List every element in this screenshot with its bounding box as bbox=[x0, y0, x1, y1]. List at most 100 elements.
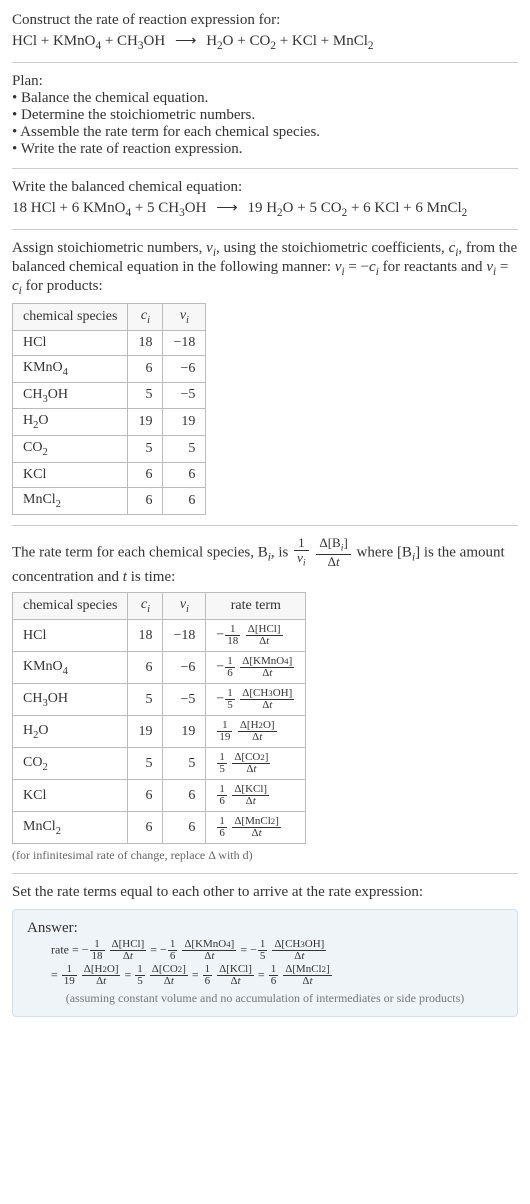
stoich-text-5: for products: bbox=[22, 278, 103, 294]
cell-c: 6 bbox=[128, 462, 163, 487]
cell-v: −5 bbox=[163, 684, 206, 716]
balanced-equation: 18 HCl + 6 KMnO4 + 5 CH3OH ⟶ 19 H2O + 5 … bbox=[12, 198, 518, 219]
reactant-1: HCl + KMnO bbox=[12, 33, 95, 49]
cell-v: −5 bbox=[163, 382, 206, 409]
cell-c: 6 bbox=[128, 812, 163, 844]
cell-species: KMnO4 bbox=[13, 652, 128, 684]
cell-v: 19 bbox=[163, 716, 206, 748]
rateterm-note: (for infinitesimal rate of change, repla… bbox=[12, 848, 518, 863]
cell-rate: 119 Δ[H2O]Δt bbox=[206, 716, 306, 748]
arrow-icon: ⟶ bbox=[216, 198, 238, 217]
table-header-row: chemical species ci νi rate term bbox=[13, 593, 306, 620]
bal-right-3: + 6 KCl + 6 MnCl bbox=[347, 200, 461, 216]
reactant-3: OH bbox=[144, 33, 166, 49]
col-ci: ci bbox=[128, 593, 163, 620]
cell-species: KCl bbox=[13, 780, 128, 812]
cell-c: 18 bbox=[128, 620, 163, 652]
product-3: + KCl + MnCl bbox=[276, 33, 368, 49]
question-equation: HCl + KMnO4 + CH3OH ⟶ H2O + CO2 + KCl + … bbox=[12, 31, 518, 52]
rt-text-2: , is bbox=[271, 544, 292, 560]
plan-bullet-3: • Assemble the rate term for each chemic… bbox=[12, 124, 518, 141]
cell-c: 6 bbox=[128, 487, 163, 514]
table-row: KCl66 bbox=[13, 462, 206, 487]
col-vi: νi bbox=[163, 593, 206, 620]
arrow-icon: ⟶ bbox=[175, 31, 197, 50]
final-title: Set the rate terms equal to each other t… bbox=[12, 884, 518, 901]
cell-v: 6 bbox=[163, 487, 206, 514]
bal-left-3: OH bbox=[185, 200, 207, 216]
plan-bullet-2: • Determine the stoichiometric numbers. bbox=[12, 107, 518, 124]
cell-v: 5 bbox=[163, 436, 206, 463]
col-species: chemical species bbox=[13, 593, 128, 620]
cell-c: 6 bbox=[128, 652, 163, 684]
cell-species: HCl bbox=[13, 330, 128, 355]
cell-species: CH3OH bbox=[13, 684, 128, 716]
bal-right-2: O + 5 CO bbox=[283, 200, 342, 216]
rt-text-1: The rate term for each chemical species,… bbox=[12, 544, 268, 560]
cell-rate: 16 Δ[MnCl2]Δt bbox=[206, 812, 306, 844]
rate-prefix: rate = bbox=[51, 942, 82, 956]
table-header-row: chemical species ci νi bbox=[13, 304, 206, 331]
rt-text-3: where [B bbox=[357, 544, 412, 560]
table-row: CH3OH5−5 bbox=[13, 382, 206, 409]
cell-species: CH3OH bbox=[13, 382, 128, 409]
table-row: HCl18−18−118 Δ[HCl]Δt bbox=[13, 620, 306, 652]
cell-v: 5 bbox=[163, 748, 206, 780]
product-1: H bbox=[206, 33, 217, 49]
cell-rate: −15 Δ[CH3OH]Δt bbox=[206, 684, 306, 716]
col-ci: ci bbox=[128, 304, 163, 331]
cell-c: 18 bbox=[128, 330, 163, 355]
cell-species: MnCl2 bbox=[13, 487, 128, 514]
cell-v: 6 bbox=[163, 812, 206, 844]
cell-v: −18 bbox=[163, 620, 206, 652]
bal-right-1: 19 H bbox=[247, 200, 277, 216]
answer-note: (assuming constant volume and no accumul… bbox=[27, 991, 503, 1006]
cell-v: −6 bbox=[163, 355, 206, 382]
stoich-text-1: Assign stoichiometric numbers, bbox=[12, 240, 206, 256]
balanced-title: Write the balanced chemical equation: bbox=[12, 179, 518, 196]
plan-bullet-1: • Balance the chemical equation. bbox=[12, 90, 518, 107]
divider bbox=[12, 873, 518, 874]
bal-left-2: + 5 CH bbox=[131, 200, 179, 216]
cell-v: −18 bbox=[163, 330, 206, 355]
plan-bullet-4: • Write the rate of reaction expression. bbox=[12, 141, 518, 158]
table-row: H2O1919119 Δ[H2O]Δt bbox=[13, 716, 306, 748]
cell-c: 6 bbox=[128, 355, 163, 382]
table-row: KCl6616 Δ[KCl]Δt bbox=[13, 780, 306, 812]
cell-rate: 16 Δ[KCl]Δt bbox=[206, 780, 306, 812]
rateterm-intro: The rate term for each chemical species,… bbox=[12, 536, 518, 587]
rateterm-table: chemical species ci νi rate term HCl18−1… bbox=[12, 592, 306, 844]
bal-left-1: 18 HCl + 6 KMnO bbox=[12, 200, 125, 216]
plan-title: Plan: bbox=[12, 73, 518, 90]
cell-rate: −118 Δ[HCl]Δt bbox=[206, 620, 306, 652]
col-species: chemical species bbox=[13, 304, 128, 331]
cell-rate: −16 Δ[KMnO4]Δt bbox=[206, 652, 306, 684]
cell-v: 6 bbox=[163, 462, 206, 487]
col-vi: νi bbox=[163, 304, 206, 331]
table-row: H2O1919 bbox=[13, 409, 206, 436]
table-row: CO255 bbox=[13, 436, 206, 463]
cell-v: 19 bbox=[163, 409, 206, 436]
answer-label: Answer: bbox=[27, 920, 503, 937]
cell-species: KCl bbox=[13, 462, 128, 487]
stoich-text-4: for reactants and bbox=[379, 259, 486, 275]
table-row: KMnO46−6 bbox=[13, 355, 206, 382]
stoich-intro: Assign stoichiometric numbers, νi, using… bbox=[12, 240, 518, 297]
cell-species: HCl bbox=[13, 620, 128, 652]
divider bbox=[12, 62, 518, 63]
question-title: Construct the rate of reaction expressio… bbox=[12, 12, 518, 29]
divider bbox=[12, 168, 518, 169]
cell-rate: 15 Δ[CO2]Δt bbox=[206, 748, 306, 780]
table-row: CO25515 Δ[CO2]Δt bbox=[13, 748, 306, 780]
table-row: MnCl26616 Δ[MnCl2]Δt bbox=[13, 812, 306, 844]
table-row: CH3OH5−5−15 Δ[CH3OH]Δt bbox=[13, 684, 306, 716]
cell-species: CO2 bbox=[13, 748, 128, 780]
cell-species: MnCl2 bbox=[13, 812, 128, 844]
divider bbox=[12, 525, 518, 526]
cell-species: KMnO4 bbox=[13, 355, 128, 382]
stoich-table: chemical species ci νi HCl18−18 KMnO46−6… bbox=[12, 303, 206, 515]
cell-species: H2O bbox=[13, 716, 128, 748]
rt-text-5: is time: bbox=[127, 569, 175, 585]
product-2: O + CO bbox=[223, 33, 271, 49]
cell-species: H2O bbox=[13, 409, 128, 436]
